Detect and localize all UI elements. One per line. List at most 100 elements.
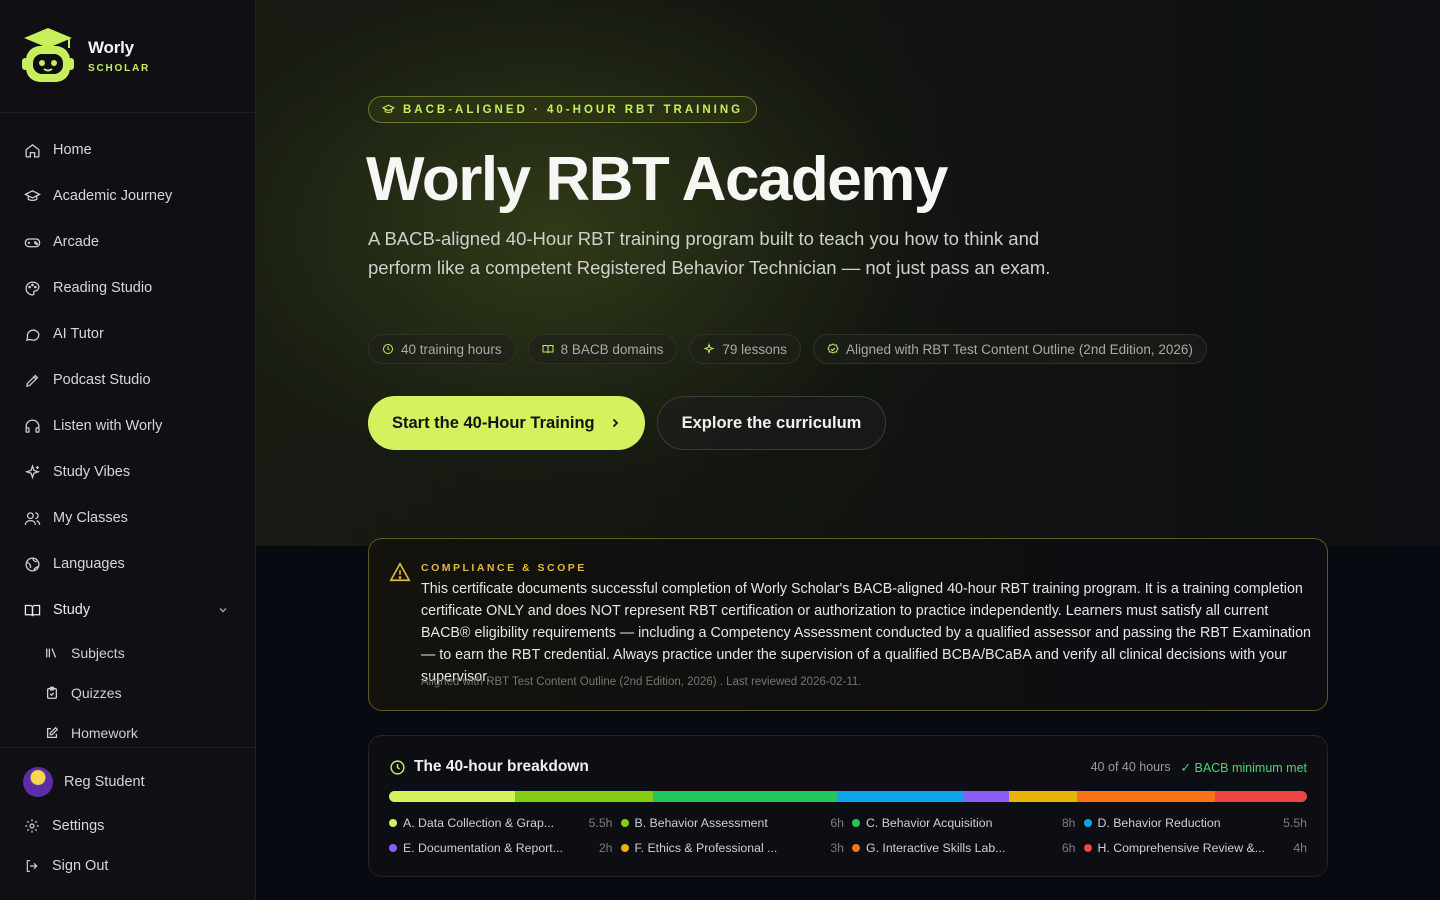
- sidebar-item-arcade[interactable]: Arcade: [0, 219, 255, 265]
- legend-dot: [852, 819, 860, 827]
- sidebar: Worly SCHOLAR Home Academic Journey Arca…: [0, 0, 256, 900]
- sidebar-item-label: Study Vibes: [53, 464, 131, 480]
- breakdown-title-text: The 40-hour breakdown: [414, 758, 589, 775]
- chip-domains: 8 BACB domains: [527, 334, 678, 364]
- legend-dot: [389, 819, 397, 827]
- stat-chips: 40 training hours 8 BACB domains 79 less…: [368, 334, 1207, 364]
- hero-description: A BACB-aligned 40-Hour RBT training prog…: [368, 228, 1051, 278]
- page-title: Worly RBT Academy: [366, 145, 948, 214]
- legend-hours: 3h: [830, 841, 844, 855]
- legend-label: C. Behavior Acquisition: [866, 816, 993, 830]
- clock-icon: [390, 759, 405, 775]
- sign-out-label: Sign Out: [52, 858, 109, 874]
- legend-dot: [389, 844, 397, 852]
- legend-label: F. Ethics & Professional ...: [634, 841, 778, 855]
- legend-dot: [620, 844, 629, 852]
- divider: [0, 112, 255, 113]
- program-badge-text: BACB-ALIGNED · 40-HOUR RBT TRAINING: [403, 103, 744, 116]
- chip-label: Aligned with RBT Test Content Outline (2…: [845, 341, 1193, 357]
- sidebar-item-podcast-studio[interactable]: Podcast Studio: [0, 357, 255, 403]
- avatar: [23, 767, 53, 797]
- sidebar-item-study[interactable]: Study: [0, 587, 255, 633]
- warning-icon: [389, 562, 411, 582]
- graduation-cap-icon: [24, 189, 41, 201]
- users-icon: [24, 511, 41, 525]
- chip-label: 8 BACB domains: [560, 341, 664, 357]
- sparkles-icon: [24, 463, 41, 479]
- legend-hours: 5.5h: [588, 816, 613, 830]
- legend-item: E. Documentation & Report... 2h: [389, 841, 613, 855]
- bar-segment: [962, 791, 1009, 802]
- user-name: Reg Student: [64, 774, 145, 790]
- legend-dot: [1083, 819, 1092, 827]
- legend-label: A. Data Collection & Grap...: [403, 816, 555, 830]
- bar-segment: [1008, 791, 1078, 802]
- sidebar-item-ai-tutor[interactable]: AI Tutor: [0, 311, 255, 357]
- legend-item: F. Ethics & Professional ... 3h: [620, 841, 844, 855]
- settings-label: Settings: [52, 818, 105, 834]
- bacb-status: ✓ BACB minimum met: [1180, 761, 1307, 775]
- hours-summary: 40 of 40 hours: [1090, 760, 1171, 774]
- chip-label: 79 lessons: [722, 341, 787, 357]
- sign-out-link[interactable]: Sign Out: [24, 858, 108, 874]
- main-content: BACB-ALIGNED · 40-HOUR RBT TRAINING Worl…: [256, 0, 1440, 900]
- chat-bubble-icon: [25, 328, 40, 341]
- legend-label: H. Comprehensive Review &...: [1097, 841, 1265, 855]
- breakdown-title: The 40-hour breakdown: [389, 758, 589, 776]
- compliance-footer: Aligned with RBT Test Content Outline (2…: [421, 676, 862, 688]
- start-training-button[interactable]: Start the 40-Hour Training: [368, 396, 645, 450]
- bar-segment: [515, 791, 653, 802]
- chip-label: 40 training hours: [401, 341, 502, 357]
- bar-segment: [836, 791, 963, 802]
- legend-item: C. Behavior Acquisition 8h: [852, 816, 1076, 830]
- brand[interactable]: Worly SCHOLAR: [20, 26, 150, 86]
- sidebar-subitem-quizzes[interactable]: Quizzes: [0, 673, 255, 713]
- legend-hours: 6h: [1061, 841, 1076, 855]
- legend-label: B. Behavior Assessment: [634, 816, 768, 830]
- hours-progress-bar: [389, 791, 1307, 802]
- legend-item: B. Behavior Assessment 6h: [620, 816, 844, 830]
- chip-training-hours: 40 training hours: [368, 334, 516, 364]
- legend-item: D. Behavior Reduction 5.5h: [1083, 816, 1307, 830]
- user-profile[interactable]: Reg Student: [23, 767, 145, 797]
- library-icon: [46, 648, 57, 658]
- settings-link[interactable]: Settings: [24, 818, 104, 834]
- book-icon: [542, 345, 554, 354]
- sidebar-item-languages[interactable]: Languages: [0, 541, 255, 587]
- sidebar-item-study-vibes[interactable]: Study Vibes: [0, 449, 255, 495]
- chevron-right-icon: [612, 418, 618, 428]
- sidebar-item-listen-with-worly[interactable]: Listen with Worly: [0, 403, 255, 449]
- hour-breakdown-card: The 40-hour breakdown 40 of 40 hours ✓ B…: [368, 735, 1328, 877]
- legend-hours: 6h: [830, 816, 844, 830]
- graduation-cap-icon: [382, 104, 395, 114]
- edit-icon: [46, 726, 59, 739]
- sidebar-item-label: Languages: [53, 556, 125, 572]
- bar-segment: [1215, 791, 1307, 802]
- sidebar-subitem-label: Subjects: [71, 645, 125, 661]
- legend-dot: [620, 819, 629, 827]
- legend-hours: 5.5h: [1283, 816, 1307, 830]
- compliance-body: This certificate documents successful co…: [421, 581, 1311, 685]
- sidebar-item-label: Arcade: [53, 234, 99, 250]
- sidebar-subitem-subjects[interactable]: Subjects: [0, 633, 255, 673]
- sidebar-item-label: Study: [53, 602, 91, 618]
- sidebar-item-my-classes[interactable]: My Classes: [0, 495, 255, 541]
- compliance-notice: COMPLIANCE & SCOPE This certificate docu…: [368, 538, 1328, 711]
- open-book-icon: [24, 604, 41, 616]
- sidebar-item-home[interactable]: Home: [0, 127, 255, 173]
- sidebar-item-academic-journey[interactable]: Academic Journey: [0, 173, 255, 219]
- legend-label: G. Interactive Skills Lab...: [866, 841, 1006, 855]
- palette-icon: [25, 280, 40, 296]
- bar-segment: [389, 791, 516, 802]
- sparkles-icon: [703, 343, 715, 355]
- brand-name: Worly: [88, 38, 134, 57]
- explore-curriculum-button[interactable]: Explore the curriculum: [656, 396, 887, 450]
- bar-segment: [652, 791, 837, 802]
- breakdown-meta: 40 of 40 hours ✓ BACB minimum met: [1091, 760, 1307, 775]
- sidebar-subitem-label: Homework: [71, 725, 138, 741]
- sidebar-item-label: My Classes: [53, 510, 128, 526]
- globe-icon: [25, 556, 40, 572]
- domain-legend: A. Data Collection & Grap... 5.5h B. Behav…: [389, 816, 1307, 855]
- sidebar-item-reading-studio[interactable]: Reading Studio: [0, 265, 255, 311]
- legend-item: H. Comprehensive Review &... 4h: [1083, 841, 1307, 855]
